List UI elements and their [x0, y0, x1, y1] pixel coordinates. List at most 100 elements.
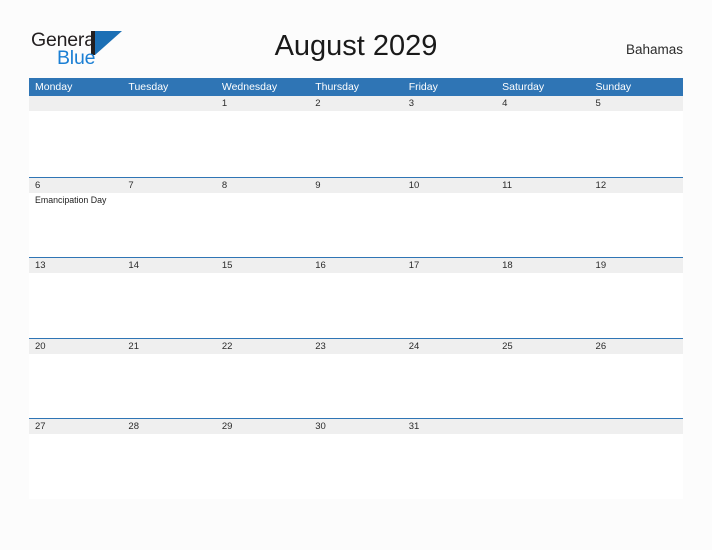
calendar-day-cell[interactable]: 16 — [309, 258, 403, 338]
calendar-day-events — [216, 111, 309, 113]
calendar-day-cell[interactable]: 20 — [29, 338, 123, 419]
calendar-day-events: Emancipation Day — [29, 193, 122, 206]
calendar-day-events — [309, 193, 402, 195]
weekday-header-wednesday: Wednesday — [221, 81, 278, 93]
calendar-day-events — [590, 354, 683, 356]
calendar-day-events — [29, 434, 122, 436]
calendar-day-number: 1 — [215, 96, 310, 111]
calendar-day-number: 5 — [589, 96, 683, 111]
calendar-day-cell-empty — [589, 419, 683, 499]
calendar-day-cell[interactable]: 8 — [215, 177, 310, 258]
calendar-week-row: 20 21 22 23 24 25 26 — [29, 337, 683, 419]
calendar-day-events — [216, 434, 309, 436]
calendar-day-events — [216, 193, 309, 195]
calendar-day-number: 22 — [215, 338, 310, 354]
calendar-day-number: 20 — [29, 338, 123, 354]
calendar-day-number: 3 — [402, 96, 497, 111]
calendar-day-cell[interactable]: 23 — [309, 338, 403, 419]
calendar-day-cell[interactable]: 28 — [122, 419, 216, 499]
calendar-day-cell[interactable]: 10 — [402, 177, 497, 258]
weekday-header-row: Monday Tuesday Wednesday Thursday Friday… — [29, 78, 683, 96]
calendar-day-cell[interactable]: 29 — [215, 419, 310, 499]
calendar-day-events — [403, 434, 496, 436]
calendar-page: General Blue August 2029 Bahamas Monday … — [0, 0, 712, 550]
calendar-day-events — [403, 273, 496, 275]
calendar-day-events — [496, 434, 589, 436]
calendar-day-number: 28 — [122, 419, 216, 435]
calendar-day-events — [122, 273, 215, 275]
calendar-day-cell[interactable]: 22 — [215, 338, 310, 419]
calendar-day-cell[interactable]: 13 — [29, 258, 123, 338]
calendar-day-cell[interactable]: 3 — [402, 96, 497, 177]
calendar-day-number: 14 — [122, 258, 216, 274]
calendar-day-cell[interactable]: 2 — [309, 96, 403, 177]
calendar-day-number — [589, 419, 683, 435]
calendar-day-number: 31 — [402, 419, 497, 435]
weekday-header-saturday: Saturday — [502, 81, 545, 93]
calendar-day-cell[interactable]: 14 — [122, 258, 216, 338]
calendar-day-events — [309, 354, 402, 356]
calendar-day-events — [122, 193, 215, 195]
region-label: Bahamas — [625, 42, 683, 57]
calendar-day-cell-empty — [496, 419, 590, 499]
calendar-day-cell[interactable]: 6 Emancipation Day — [29, 177, 123, 258]
calendar-day-events — [496, 354, 589, 356]
weekday-header-thursday: Thursday — [315, 81, 360, 93]
calendar-day-number: 18 — [496, 258, 590, 274]
calendar-week-row: 27 28 29 30 31 — [29, 418, 683, 499]
calendar-day-number: 24 — [402, 338, 497, 354]
calendar-day-events — [496, 111, 589, 113]
calendar-day-cell[interactable]: 17 — [402, 258, 497, 338]
weekday-header-tuesday: Tuesday — [128, 81, 169, 93]
calendar-day-number: 16 — [309, 258, 403, 274]
calendar-day-events — [122, 434, 215, 436]
calendar-day-events — [29, 354, 122, 356]
calendar-day-cell[interactable]: 9 — [309, 177, 403, 258]
calendar-day-number: 17 — [402, 258, 497, 274]
calendar-day-number: 27 — [29, 419, 123, 435]
calendar-day-cell[interactable]: 15 — [215, 258, 310, 338]
calendar-day-number: 4 — [496, 96, 590, 111]
calendar-day-number: 29 — [215, 419, 310, 435]
calendar-day-number: 25 — [496, 338, 590, 354]
calendar-day-cell[interactable]: 19 — [589, 258, 683, 338]
calendar-day-events — [590, 434, 683, 436]
calendar-day-number: 6 — [29, 177, 123, 193]
calendar-day-events — [590, 193, 683, 195]
calendar-day-cell[interactable]: 18 — [496, 258, 590, 338]
calendar-day-cell[interactable]: 1 — [215, 96, 310, 177]
calendar-event-label: Emancipation Day — [35, 194, 107, 205]
weekday-header-sunday: Sunday — [595, 81, 632, 93]
calendar-day-cell[interactable]: 26 — [589, 338, 683, 419]
calendar-weeks: 1 2 3 4 5 6 Emancipation Day 7 8 9 10 11 12 13 14 15 16 1… — [29, 96, 683, 499]
calendar-week-row: 13 14 15 16 17 18 19 — [29, 257, 683, 338]
weekday-header-monday: Monday — [35, 81, 73, 93]
calendar-day-number: 30 — [309, 419, 403, 435]
calendar-day-events — [403, 193, 496, 195]
calendar-day-events — [216, 354, 309, 356]
calendar-day-events — [309, 434, 402, 436]
calendar-day-events — [309, 273, 402, 275]
calendar-day-cell[interactable]: 5 — [589, 96, 683, 177]
calendar-day-cell[interactable]: 31 — [402, 419, 497, 499]
calendar-day-number: 7 — [122, 177, 216, 193]
calendar-day-cell[interactable]: 21 — [122, 338, 216, 419]
calendar-day-events — [403, 354, 496, 356]
calendar-day-number: 21 — [122, 338, 216, 354]
weekday-header-friday: Friday — [408, 81, 438, 93]
calendar-day-events — [309, 111, 402, 113]
calendar-day-cell[interactable]: 4 — [496, 96, 590, 177]
calendar-day-cell[interactable]: 27 — [29, 419, 123, 499]
calendar-day-events — [496, 193, 589, 195]
calendar-day-cell[interactable]: 24 — [402, 338, 497, 419]
calendar-day-cell[interactable]: 30 — [309, 419, 403, 499]
calendar-week-row: 6 Emancipation Day 7 8 9 10 11 12 — [29, 176, 683, 258]
calendar-day-number: 8 — [215, 177, 310, 193]
calendar-day-cell[interactable]: 25 — [496, 338, 590, 419]
calendar-day-number: 26 — [589, 338, 683, 354]
calendar-day-number: 15 — [215, 258, 310, 274]
calendar-day-cell[interactable]: 7 — [122, 177, 216, 258]
calendar-day-cell[interactable]: 12 — [589, 177, 683, 258]
calendar-day-cell[interactable]: 11 — [496, 177, 590, 258]
calendar-day-cell-empty — [29, 96, 123, 177]
